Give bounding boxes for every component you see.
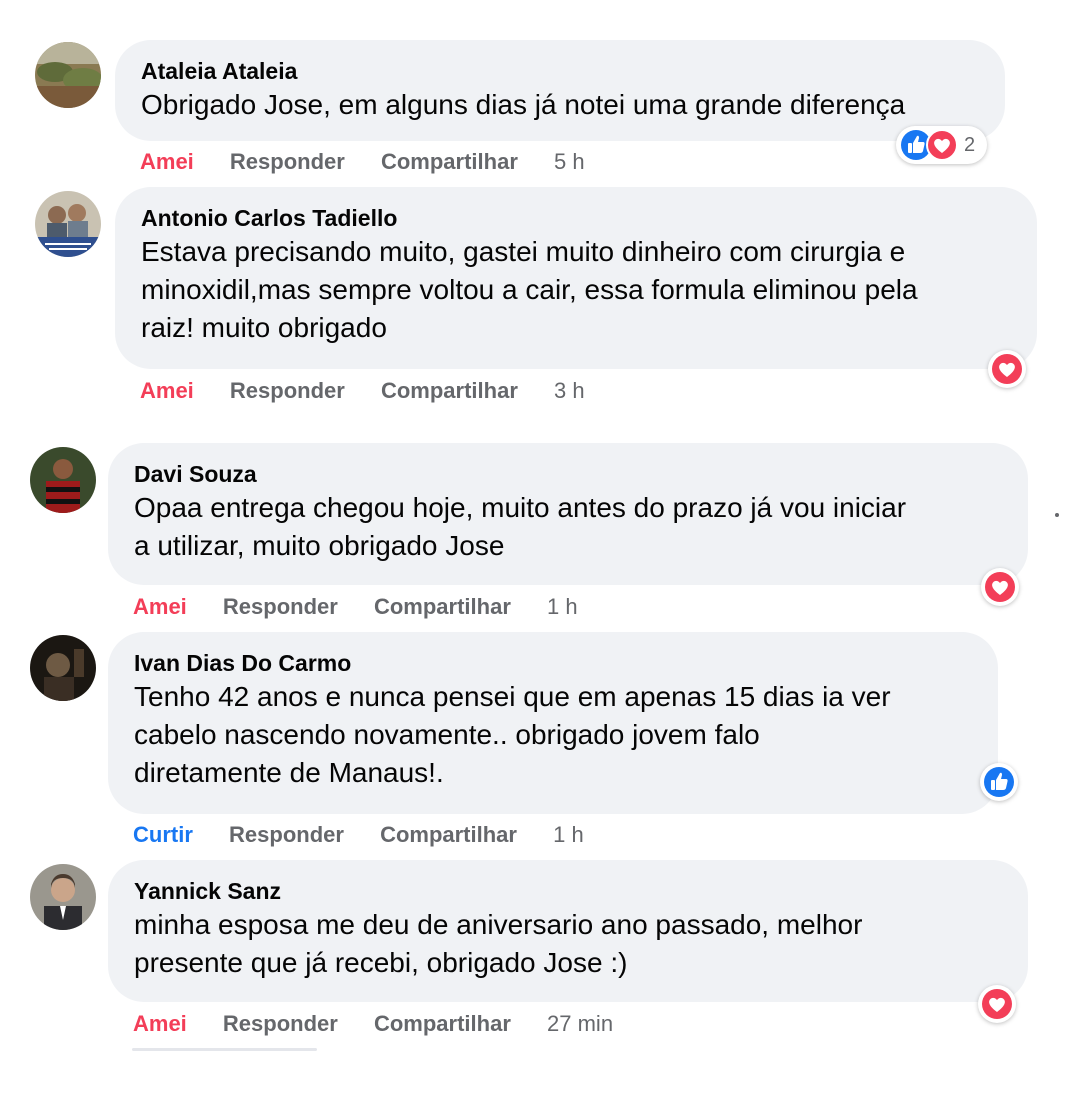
timestamp[interactable]: 27 min [547,1011,613,1037]
avatar[interactable] [35,42,101,108]
comment-text-line: raiz! muito obrigado [141,312,387,343]
suit-portrait-photo-icon [30,864,96,930]
like-icon [984,767,1014,797]
love-icon [992,354,1022,384]
author-name[interactable]: Antonio Carlos Tadiello [141,203,1011,233]
reaction-summary[interactable]: 2 [896,126,988,164]
divider [132,1048,317,1051]
share-button[interactable]: Compartilhar [381,149,518,175]
comment-actions: Amei Responder Compartilhar 5 h [140,149,615,175]
love-icon [926,129,958,161]
share-button[interactable]: Compartilhar [381,378,518,404]
share-button[interactable]: Compartilhar [374,594,511,620]
reaction-summary[interactable] [981,568,1019,606]
react-button[interactable]: Amei [140,149,194,175]
avatar[interactable] [35,191,101,257]
landscape-photo-icon [35,42,101,108]
author-name[interactable]: Ivan Dias Do Carmo [134,648,972,678]
reply-button[interactable]: Responder [223,1011,338,1037]
comment-bubble: Ivan Dias Do Carmo Tenho 42 anos e nunca… [108,632,998,814]
comment-text-line: diretamente de Manaus!. [134,757,444,788]
timestamp[interactable]: 5 h [554,149,585,175]
comment-text-line: Tenho 42 anos e nunca pensei que em apen… [134,681,891,712]
comment-actions: Amei Responder Compartilhar 3 h [140,378,615,404]
love-icon [982,989,1012,1019]
avatar[interactable] [30,447,96,513]
author-name[interactable]: Davi Souza [134,459,1002,489]
comment-text-line: Opaa entrega chegou hoje, muito antes do… [134,492,907,523]
comment-text-line: minoxidil,mas sempre voltou a cair, essa… [141,274,918,305]
reaction-summary[interactable] [988,350,1026,388]
react-button[interactable]: Amei [140,378,194,404]
comment-text: Obrigado Jose, em alguns dias já notei u… [141,89,906,120]
react-button[interactable]: Amei [133,594,187,620]
reply-button[interactable]: Responder [223,594,338,620]
comment-bubble: Yannick Sanz minha esposa me deu de aniv… [108,860,1028,1002]
comment-text-line: presente que já recebi, obrigado Jose :) [134,947,628,978]
timestamp[interactable]: 1 h [553,822,584,848]
dark-portrait-photo-icon [30,635,96,701]
reaction-summary[interactable] [978,985,1016,1023]
more-options-dot[interactable] [1055,513,1059,517]
reply-button[interactable]: Responder [229,822,344,848]
share-button[interactable]: Compartilhar [380,822,517,848]
comment-text-line: cabelo nascendo novamente.. obrigado jov… [134,719,760,750]
love-icon [985,572,1015,602]
timestamp[interactable]: 3 h [554,378,585,404]
reaction-summary[interactable] [980,763,1018,801]
comment-bubble: Davi Souza Opaa entrega chegou hoje, mui… [108,443,1028,585]
reaction-count: 2 [964,133,976,156]
comment-text-line: minha esposa me deu de aniversario ano p… [134,909,863,940]
comment-actions: Curtir Responder Compartilhar 1 h [133,822,614,848]
comment-bubble: Antonio Carlos Tadiello Estava precisand… [115,187,1037,369]
react-button[interactable]: Curtir [133,822,193,848]
author-name[interactable]: Ataleia Ataleia [141,56,979,86]
comment-actions: Amei Responder Compartilhar 27 min [133,1011,643,1037]
reply-button[interactable]: Responder [230,378,345,404]
football-player-photo-icon [30,447,96,513]
family-photo-icon [35,191,101,257]
comment-text-line: a utilizar, muito obrigado Jose [134,530,505,561]
author-name[interactable]: Yannick Sanz [134,876,1002,906]
react-button[interactable]: Amei [133,1011,187,1037]
reply-button[interactable]: Responder [230,149,345,175]
avatar[interactable] [30,864,96,930]
timestamp[interactable]: 1 h [547,594,578,620]
comment-text-line: Estava precisando muito, gastei muito di… [141,236,906,267]
share-button[interactable]: Compartilhar [374,1011,511,1037]
comment-bubble: Ataleia Ataleia Obrigado Jose, em alguns… [115,40,1005,141]
avatar[interactable] [30,635,96,701]
comment-actions: Amei Responder Compartilhar 1 h [133,594,608,620]
